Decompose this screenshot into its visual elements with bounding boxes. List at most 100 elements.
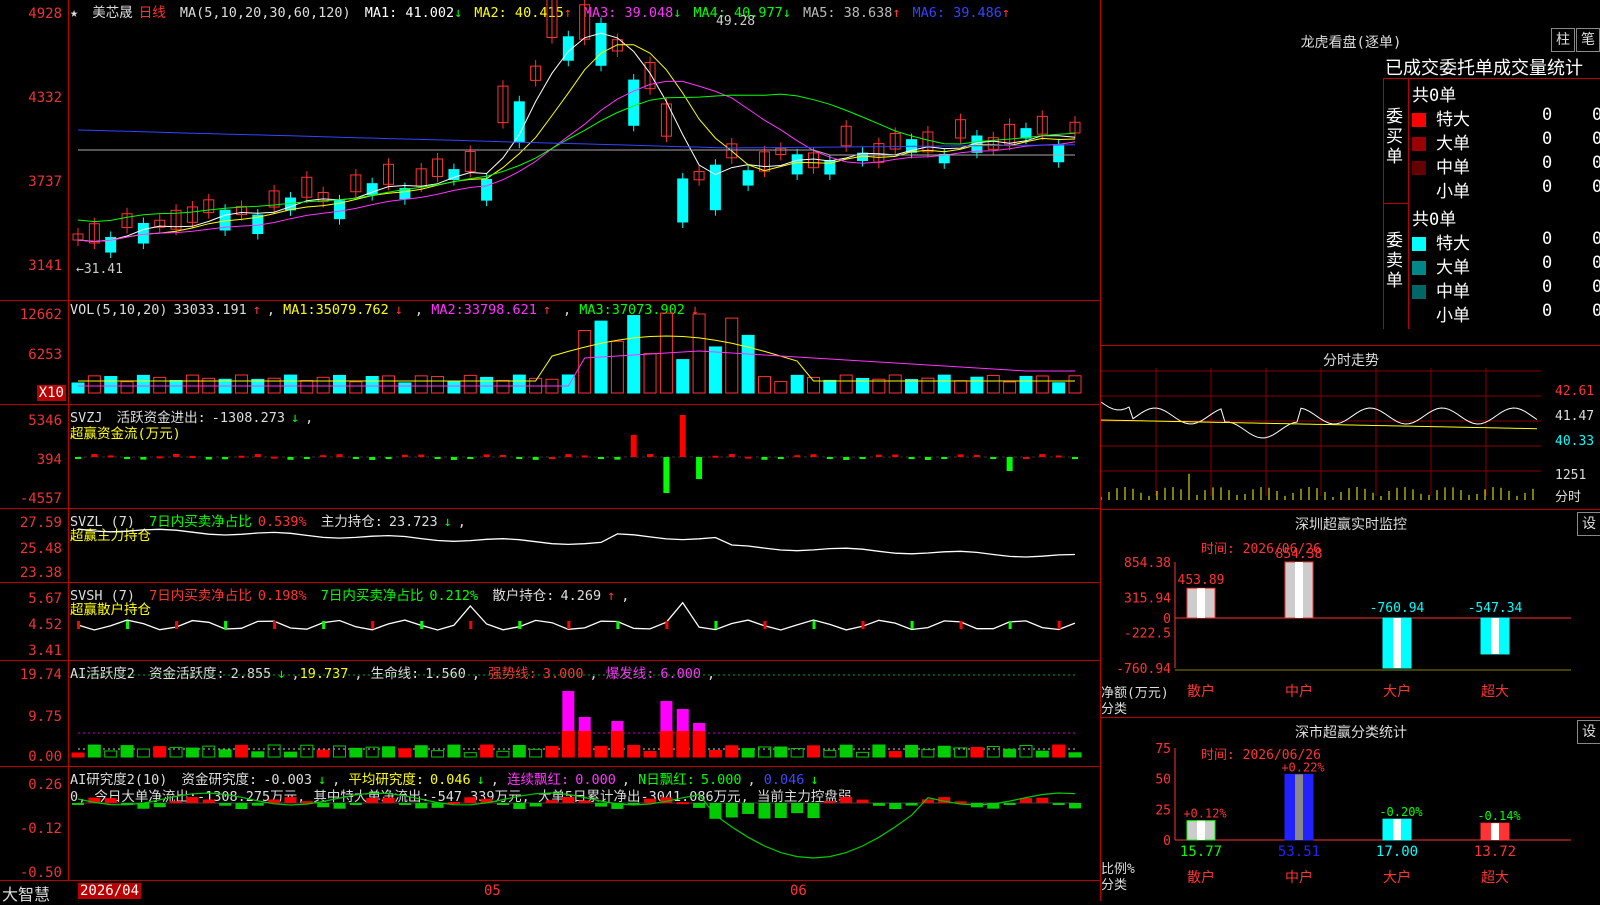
ai-research-chart[interactable] [0,767,1099,881]
volume-chart[interactable] [0,301,1099,405]
research-bar [742,803,755,814]
bar-mode-button[interactable]: 柱 [1551,28,1575,52]
activity-bar [774,746,788,758]
flow-bar [548,456,555,459]
volume-bar [431,376,445,394]
classify-tick: 50 [1155,773,1171,788]
candlestick-chart[interactable] [0,0,1099,300]
sell-order-row: 小单 0 0% [1412,301,1600,326]
classify-bar-highlight [1491,823,1499,840]
monitor-category: 散户 [1187,683,1215,700]
activity-bar [153,746,167,758]
monitor-panel[interactable]: 深圳超赢实时监控 设 时间: 2026/06/26 854.38 315.94 0-… [1100,509,1600,718]
volume-bar [480,376,494,394]
volume-bar [954,380,968,394]
flow-bar [875,454,882,457]
svzl-chart[interactable] [0,509,1099,583]
activity-bar [741,748,755,758]
volume-bar [71,382,85,394]
research-bar [1069,803,1081,809]
monitor-category: 超大 [1481,684,1509,700]
activity-bar [790,747,804,758]
research-bar [349,803,362,805]
svzj-chart[interactable] [0,405,1099,509]
activity-bar [365,746,379,758]
classify-value-label: 53.51 [1278,844,1320,860]
activity-bar [1019,745,1033,758]
buy-order-row: 大单 0 0% [1412,129,1600,154]
activity-bar [333,745,347,758]
monitor-tick: -222.5 [1124,627,1171,642]
classify-tick: 25 [1155,803,1171,818]
monitor-tick: -760.94 [1116,662,1171,677]
flow-bar [401,454,408,457]
activity-bar [234,744,248,758]
sell-order-row: 大单 0 0% [1412,253,1600,278]
activity-bar [921,749,935,758]
order-percent: 0% [1592,229,1600,249]
research-bar [791,803,804,814]
volume-bar [578,330,592,394]
activity-bar [872,744,886,758]
flow-bar [663,457,670,493]
flow-bar [761,457,768,460]
monitor-tick: 0 [1163,612,1171,627]
svsh-pane[interactable]: 5.67 4.52 3.41 SVSH (7) 7日内买卖净占比 0.198% 7… [0,582,1099,661]
order-count: 0 [1542,229,1553,249]
sell-side-label: 委卖单 [1384,203,1409,329]
retail-tick [714,621,718,629]
order-percent: 0% [1592,153,1600,173]
buy-order-row: 特大 0 0% [1412,105,1600,130]
flow-bar [418,454,425,457]
ai-activity-pane[interactable]: 19.74 9.75 0.00 AI活跃度2 资金活跃度: 2.855 ↓ ,19.7… [0,660,1099,767]
intraday-panel[interactable]: 分时走势 42.61 41.47 40.33 1251 分时 [1100,345,1600,510]
flow-bar [336,454,343,457]
activity-bar [888,751,902,758]
volume-bar [774,381,788,394]
monitor-chart[interactable]: 854.38 315.94 0-222.5 -760.94 453.89 散户 854.38… [1101,510,1600,718]
candlestick-pane[interactable]: 4928 4332 3737 3141 ★ 美芯晟 日线 MA(5,10,20,3… [0,0,1099,300]
volume-bar [725,317,739,394]
classify-xlabel: 分类 [1101,878,1128,893]
intraday-chart[interactable] [1101,346,1600,510]
flow-bar [156,456,163,459]
volume-bar [610,340,624,394]
buy-side-label: 委买单 [1384,79,1409,204]
classify-bar-highlight [1393,819,1401,840]
volume-bar [806,376,820,394]
candle [1053,144,1065,163]
activity-bar [1068,752,1082,758]
ai-research-pane[interactable]: 0.26 -0.12 -0.50 AI研究度2(10) 资金研究度: -0.003… [0,766,1099,881]
volume-bar [741,334,755,394]
classify-panel[interactable]: 深市超赢分类统计 设 时间: 2026/06/26 75 50 25 0 +0.12% 1… [1100,717,1600,901]
activity-bar [496,750,510,758]
order-size-label: 小单 [1436,182,1470,202]
order-size-label: 特大 [1436,110,1470,130]
research-bar [251,803,264,806]
volume-pane[interactable]: 12662 6253 X10 VOL(5,10,20) 33033.191 ↑, M… [0,300,1099,405]
classify-change-label: +0.22% [1281,760,1325,774]
monitor-bar-highlight [1491,618,1499,654]
intraday-tick: 40.33 [1555,434,1595,449]
svzj-pane[interactable]: 5346 394 -4557 SVZJ 活跃资金进出: -1308.273 ↓, 超… [0,404,1099,509]
flow-bar [107,455,114,458]
research-bar [595,803,608,807]
research-bar [1003,803,1016,805]
volume-bar [447,381,461,394]
activity-bar [529,748,543,758]
tick-mode-button[interactable]: 笔 [1576,28,1600,52]
activity-bar [676,730,690,758]
order-percent: 0% [1592,277,1600,297]
research-bar [529,803,542,807]
flow-bar [434,457,441,459]
volume-bar [986,374,1000,394]
svsh-chart[interactable] [0,583,1099,661]
candle [448,169,460,181]
ai-activity-chart[interactable] [0,661,1099,767]
research-bar [366,798,379,803]
research-bar [333,803,346,809]
candle [481,178,493,201]
brand-logo: 大智慧 [2,885,51,904]
svzl-pane[interactable]: 27.59 25.48 23.38 SVZL (7) 7日内买卖净占比 0.539… [0,508,1099,583]
classify-chart[interactable]: 75 50 25 0 +0.12% 15.77 散户 +0.22% 53.51 中户 -0.20% 1… [1101,718,1600,901]
